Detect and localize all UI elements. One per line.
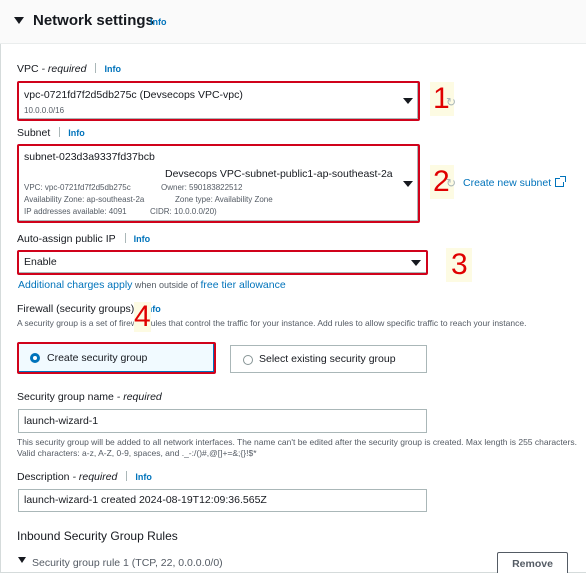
sg-name-value: launch-wizard-1: [24, 415, 99, 427]
vpc-label: VPC - required Info: [17, 63, 121, 75]
sg-name-hint: This security group will be added to all…: [17, 437, 577, 458]
additional-charges-link[interactable]: Additional charges apply: [18, 279, 132, 291]
info-link[interactable]: Info: [150, 17, 167, 27]
create-new-subnet-link[interactable]: Create new subnet: [463, 176, 567, 189]
annotation-box-3: [17, 250, 428, 275]
annotation-box-4: [17, 342, 216, 374]
firewall-hint: A security group is a set of firewall ru…: [17, 318, 527, 328]
free-tier-link[interactable]: free tier allowance: [200, 279, 285, 291]
subnet-info-link[interactable]: Info: [68, 128, 85, 138]
existing-sg-label: Select existing security group: [259, 353, 396, 365]
description-info-link[interactable]: Info: [135, 472, 152, 482]
remove-rule-button[interactable]: Remove: [497, 552, 568, 573]
vpc-info-link[interactable]: Info: [104, 64, 121, 74]
external-link-icon: [555, 176, 567, 187]
refresh-icon[interactable]: ↻: [446, 95, 456, 109]
inbound-rules-title: Inbound Security Group Rules: [17, 529, 178, 543]
radio-unselected-icon[interactable]: [243, 355, 253, 365]
subnet-label: Subnet Info: [17, 127, 85, 139]
auto-assign-ip-label: Auto-assign public IP Info: [17, 233, 151, 245]
description-value: launch-wizard-1 created 2024-08-19T12:09…: [24, 494, 267, 506]
auto-ip-info-link[interactable]: Info: [134, 234, 151, 244]
sg-name-input[interactable]: launch-wizard-1: [18, 409, 427, 433]
charges-note: Additional charges apply when outside of…: [18, 279, 286, 291]
annotation-number-4: 4: [134, 300, 151, 333]
select-existing-security-group-option[interactable]: Select existing security group: [230, 345, 427, 373]
sg-rule-1-title[interactable]: Security group rule 1 (TCP, 22, 0.0.0.0/…: [32, 557, 223, 569]
annotation-box-2: [17, 144, 420, 223]
collapse-caret-icon[interactable]: [14, 17, 24, 24]
refresh-icon[interactable]: ↻: [446, 176, 456, 190]
sg-name-label: Security group name - required: [17, 391, 162, 403]
description-input[interactable]: launch-wizard-1 created 2024-08-19T12:09…: [18, 489, 427, 512]
section-header[interactable]: Network settings Info: [0, 0, 586, 44]
annotation-number-3: 3: [451, 248, 468, 281]
description-label: Description - required Info: [17, 471, 152, 483]
expand-caret-icon[interactable]: [18, 557, 26, 563]
annotation-box-1: [17, 81, 420, 121]
section-title: Network settings: [33, 12, 154, 29]
